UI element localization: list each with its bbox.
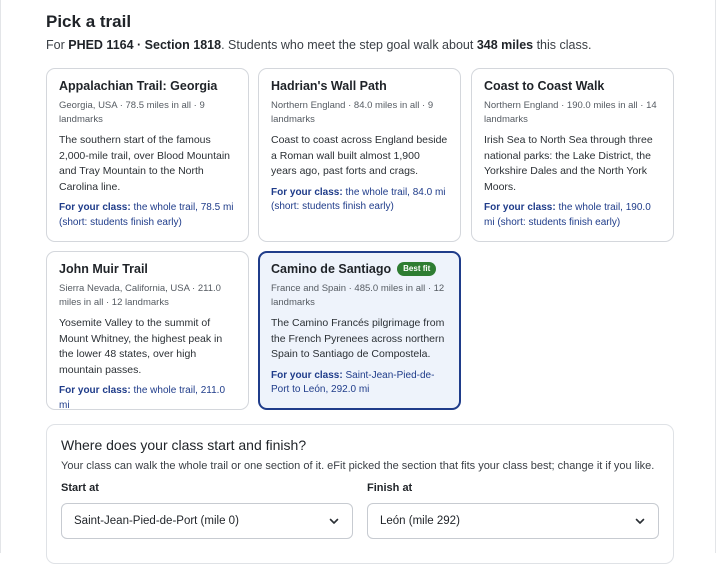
chevron-down-icon [329,518,339,524]
course-section: PHED 1164 · Section 1818 [68,38,222,52]
trail-meta: Northern England · 190.0 miles in all · … [484,100,657,125]
trail-description: The Camino Francés pilgrimage from the F… [271,317,445,360]
trail-card-coast-to-coast[interactable]: Coast to Coast Walk Northern England · 1… [471,68,674,242]
trail-name: Coast to Coast Walk [484,79,605,93]
trail-description: Coast to coast across England beside a R… [271,134,448,177]
trail-class-distance: For your class: the whole trail, 84.0 mi… [271,186,448,215]
trail-name: Appalachian Trail: Georgia [59,79,218,93]
trail-class-distance: For your class: the whole trail, 190.0 m… [484,201,661,230]
best-fit-badge: Best fit [397,262,437,276]
subtitle-suffix: this class. [533,38,592,52]
class-label: For your class: [271,186,343,198]
trail-card-john-muir[interactable]: John Muir Trail Sierra Nevada, Californi… [46,251,249,413]
trail-card-hadrians-wall[interactable]: Hadrian's Wall Path Northern England · 8… [258,68,461,242]
start-select[interactable]: Saint-Jean-Pied-de-Port (mile 0) [61,503,353,539]
route-title: Where does your class start and finish? [61,437,307,453]
class-label: For your class: [484,202,556,213]
route-panel: Where does your class start and finish? … [46,424,674,564]
trail-meta: Georgia, USA · 78.5 miles in all · 9 lan… [59,100,205,125]
finish-select[interactable]: León (mile 292) [367,503,659,539]
trail-class-distance: For your class: the whole trail, 211.0 m… [59,384,236,413]
start-value: Saint-Jean-Pied-de-Port (mile 0) [74,515,239,527]
trail-class-distance: For your class: Saint-Jean-Pied-de-Port … [271,369,448,398]
trail-name: Hadrian's Wall Path [271,79,387,93]
trail-meta: France and Spain · 485.0 miles in all · … [271,283,445,308]
route-subtitle: Your class can walk the whole trail or o… [61,460,655,472]
subtitle-middle: . Students who meet the step goal walk a… [221,38,477,52]
trail-name: Camino de Santiago [271,262,392,276]
class-label: For your class: [59,385,131,396]
class-miles: 348 miles [476,38,534,52]
trail-name: John Muir Trail [59,262,148,276]
class-label: For your class: [59,202,131,213]
start-label: Start at [61,482,99,494]
window-edge-right [715,0,716,553]
subtitle-prefix: For [46,38,69,52]
finish-value: León (mile 292) [380,515,460,527]
finish-label: Finish at [367,482,413,494]
trail-meta: Sierra Nevada, California, USA · 211.0 m… [59,283,221,308]
page-title: Pick a trail [46,12,132,31]
trail-description: The southern start of the famous 2,000-m… [59,134,231,193]
window-edge-left [0,0,1,553]
trail-class-distance: For your class: the whole trail, 78.5 mi… [59,201,236,230]
trail-description: Yosemite Valley to the summit of Mount W… [59,317,223,376]
trail-card-camino-de-santiago[interactable]: Camino de Santiago Best fit France and S… [258,251,461,410]
class-label: For your class: [271,369,343,381]
chevron-down-icon [635,518,645,524]
page-subtitle: For PHED 1164 · Section 1818. Students w… [46,38,686,52]
trail-description: Irish Sea to North Sea through three nat… [484,134,653,193]
trail-meta: Northern England · 84.0 miles in all · 9… [271,100,434,125]
trail-card-appalachian[interactable]: Appalachian Trail: Georgia Georgia, USA … [46,68,249,242]
trail-title-row: Camino de Santiago Best fit [271,262,448,276]
